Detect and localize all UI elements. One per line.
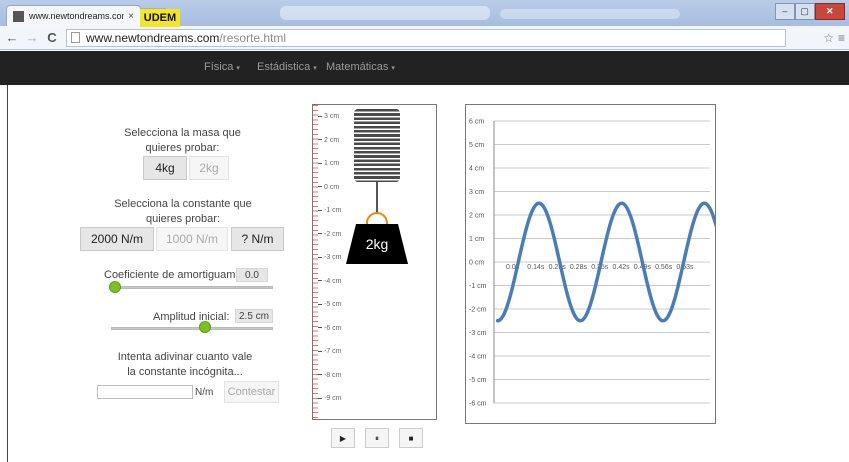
y-tick-label: -3 cm bbox=[469, 330, 487, 337]
nav-label: Física bbox=[204, 61, 234, 73]
constant-prompt: Selecciona la constante que quieres prob… bbox=[114, 198, 252, 225]
amplitude-slider-thumb[interactable] bbox=[199, 321, 211, 333]
bookmark-star-icon[interactable]: ☆ bbox=[823, 31, 834, 45]
ruler-label: -3 cm bbox=[318, 254, 342, 261]
amplitude-slider-track[interactable] bbox=[111, 327, 273, 330]
address-bar[interactable]: www.newtondreams.com/resorte.html bbox=[66, 28, 786, 47]
y-tick-label: 6 cm bbox=[469, 119, 484, 126]
y-tick-label: 5 cm bbox=[469, 142, 484, 149]
maximize-button[interactable]: ▢ bbox=[794, 3, 815, 20]
mass-prompt: Selecciona la masa que quieres probar: bbox=[124, 127, 241, 154]
spring-rod bbox=[376, 182, 378, 214]
url-host: www.newtondreams.com bbox=[86, 30, 220, 45]
ruler-label: -6 cm bbox=[318, 325, 342, 332]
ruler-label: 1 cm bbox=[318, 160, 339, 167]
caret-down-icon: ▾ bbox=[391, 65, 395, 72]
nav-label: Matemáticas bbox=[326, 61, 389, 73]
brand-logo[interactable]: UDEM bbox=[140, 9, 180, 27]
position-graph: 6 cm 5 cm 4 cm 3 cm 2 cm 1 cm 0 cm -1 cm -2 cm -3… bbox=[469, 119, 715, 408]
nav-label: Estádistica bbox=[257, 61, 311, 73]
y-tick-label: 1 cm bbox=[469, 236, 484, 243]
caret-down-icon: ▾ bbox=[313, 65, 317, 72]
ruler-label: 3 cm bbox=[318, 113, 339, 120]
play-button[interactable]: ▶ bbox=[331, 428, 355, 448]
mass-2kg-button[interactable]: 2kg bbox=[189, 156, 229, 180]
pause-button[interactable]: ⏸ bbox=[365, 428, 389, 448]
browser-toolbar: ← → C www.newtondreams.com/resorte.html … bbox=[0, 26, 849, 50]
mass-4kg-button[interactable]: 4kg bbox=[143, 156, 187, 180]
ruler-label: -7 cm bbox=[318, 348, 342, 355]
browser-tab[interactable]: www.newtondreams.com × bbox=[6, 5, 141, 26]
x-tick-label: 0.28s bbox=[549, 264, 567, 271]
nav-matematicas[interactable]: Matemáticas ▾ bbox=[326, 61, 395, 73]
favicon-icon bbox=[13, 10, 24, 22]
constant-1000-button[interactable]: 1000 N/m bbox=[156, 227, 228, 251]
guess-prompt: Intenta adivinar cuanto vale la constant… bbox=[117, 351, 253, 378]
y-tick-label: 4 cm bbox=[469, 166, 484, 173]
y-tick-label: 3 cm bbox=[469, 189, 484, 196]
y-tick-label: -6 cm bbox=[469, 401, 487, 408]
close-window-button[interactable]: ✕ bbox=[814, 3, 845, 20]
amplitude-label: Amplitud inicial: bbox=[153, 311, 230, 323]
x-tick-label: 0.14s bbox=[527, 264, 545, 271]
y-tick-label: 0 cm bbox=[469, 260, 484, 267]
menu-icon[interactable]: ≡ bbox=[838, 31, 845, 45]
weight-label: 2kg bbox=[365, 236, 389, 252]
ruler-label: 2 cm bbox=[318, 137, 339, 144]
y-tick-label: -2 cm bbox=[469, 307, 487, 314]
tab-title: www.newtondreams.com bbox=[29, 11, 125, 21]
ruler-label: -5 cm bbox=[318, 301, 342, 308]
amplitude-value: 2.5 cm bbox=[235, 309, 273, 323]
y-tick-label: -5 cm bbox=[469, 377, 487, 384]
damping-slider-thumb[interactable] bbox=[109, 281, 121, 293]
x-tick-label: 0.63s bbox=[676, 264, 694, 271]
damping-value: 0.0 bbox=[236, 268, 268, 282]
x-tick-label: 0.56s bbox=[655, 264, 673, 271]
constant-2000-button[interactable]: 2000 N/m bbox=[80, 227, 154, 251]
ruler-label: -4 cm bbox=[318, 278, 342, 285]
back-icon[interactable]: ← bbox=[4, 30, 20, 45]
guess-input[interactable] bbox=[97, 385, 193, 399]
url-path: /resorte.html bbox=[219, 30, 287, 45]
forward-icon[interactable]: → bbox=[24, 30, 40, 45]
page-border bbox=[7, 85, 8, 462]
stop-button[interactable]: ■ bbox=[399, 428, 423, 448]
x-tick-label: 0.28s bbox=[570, 264, 588, 271]
page-icon bbox=[71, 32, 80, 43]
blurred-title-area bbox=[500, 9, 680, 19]
tab-close-icon[interactable]: × bbox=[128, 11, 134, 22]
window-controls: – ▢ ✕ bbox=[775, 3, 845, 20]
submit-button[interactable]: Contestar bbox=[224, 381, 279, 403]
reload-icon[interactable]: C bbox=[44, 30, 60, 45]
blurred-title-area bbox=[280, 6, 490, 20]
caret-down-icon: ▾ bbox=[236, 65, 240, 72]
ruler-label: -8 cm bbox=[318, 372, 342, 379]
ruler-label: -2 cm bbox=[318, 231, 342, 238]
ruler-label: 0 cm bbox=[318, 184, 339, 191]
x-tick-label: 0.42s bbox=[613, 264, 631, 271]
ruler-label: -1 cm bbox=[318, 207, 342, 214]
nav-fisica[interactable]: Física ▾ bbox=[204, 61, 240, 73]
y-tick-label: 2 cm bbox=[469, 213, 484, 220]
damping-slider-track[interactable] bbox=[111, 286, 273, 289]
spring-coil bbox=[354, 109, 400, 182]
guess-unit: N/m bbox=[195, 387, 214, 398]
ruler-label: -9 cm bbox=[318, 395, 342, 402]
constant-unknown-button[interactable]: ? N/m bbox=[231, 227, 284, 251]
y-tick-label: -4 cm bbox=[469, 354, 487, 361]
nav-estadistica[interactable]: Estádistica ▾ bbox=[257, 61, 317, 73]
y-tick-label: -1 cm bbox=[469, 283, 487, 290]
minimize-button[interactable]: – bbox=[775, 3, 795, 20]
site-navbar bbox=[0, 51, 849, 85]
